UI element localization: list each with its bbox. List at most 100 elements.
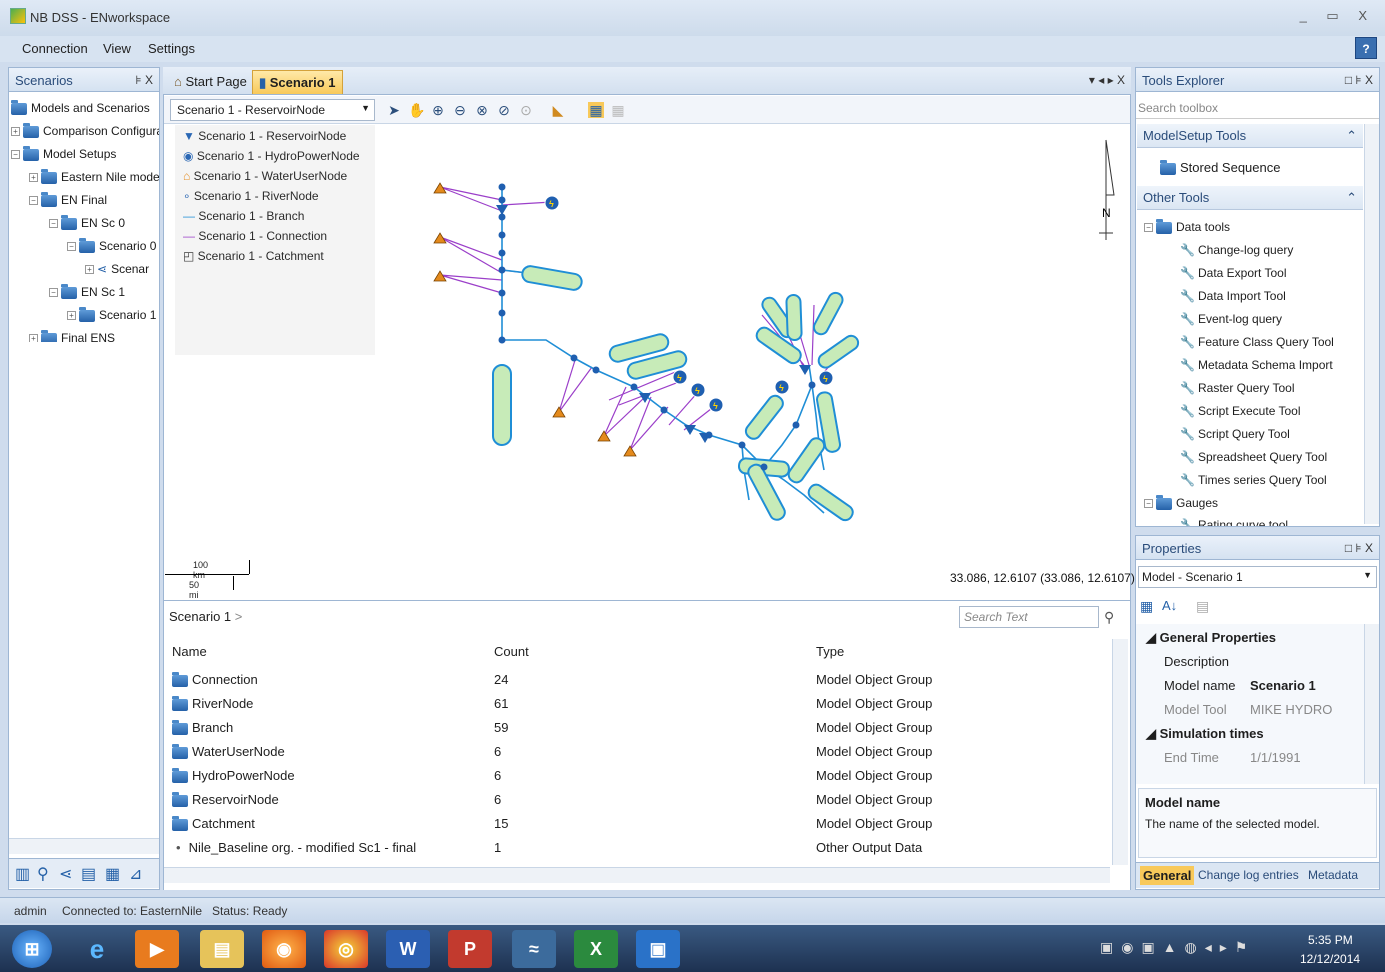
- tool-item[interactable]: 🔧 Data Import Tool: [1180, 289, 1286, 303]
- tab-general[interactable]: General: [1140, 866, 1195, 885]
- gauges-folder[interactable]: − Gauges: [1144, 494, 1218, 510]
- table-icon[interactable]: ▦: [105, 864, 120, 884]
- tool-item[interactable]: 🔧 Metadata Schema Import: [1180, 358, 1333, 372]
- table-row[interactable]: ReservoirNode: [172, 791, 279, 807]
- list-hscroll[interactable]: [164, 867, 1110, 883]
- excel-icon[interactable]: X: [574, 930, 618, 968]
- library-icon[interactable]: ▥: [15, 864, 30, 884]
- list-search-input[interactable]: Search Text: [959, 606, 1099, 628]
- modelsetup-tools-header[interactable]: ModelSetup Tools ⌃: [1137, 124, 1363, 148]
- layer-select[interactable]: Scenario 1 - ReservoirNode ▼: [170, 99, 375, 121]
- table-row[interactable]: RiverNode: [172, 695, 253, 711]
- tools-vscroll[interactable]: [1364, 124, 1379, 524]
- tool-item[interactable]: 🔧 Feature Class Query Tool: [1180, 335, 1334, 349]
- categorized-icon[interactable]: ▦: [1140, 598, 1153, 615]
- tree-item-scenario1[interactable]: + Scenario 1: [67, 305, 156, 325]
- tool-item[interactable]: 🔧 Raster Query Tool: [1180, 381, 1295, 395]
- tool-item[interactable]: 🔧 Spreadsheet Query Tool: [1180, 450, 1327, 464]
- tool-item[interactable]: 🔧 Change-log query: [1180, 243, 1293, 257]
- properties-object-select[interactable]: Model - Scenario 1 ▼: [1138, 566, 1377, 588]
- data-tools-folder[interactable]: − Data tools: [1144, 218, 1230, 234]
- window-controls[interactable]: _ ▭ X: [1300, 8, 1375, 24]
- table-row[interactable]: WaterUserNode: [172, 743, 285, 759]
- measure-icon[interactable]: ◣: [550, 102, 566, 118]
- collapse-icon[interactable]: ⌃: [1346, 128, 1357, 144]
- tree-item-eastern-nile[interactable]: + Eastern Nile mode: [29, 167, 159, 187]
- tab-controls[interactable]: ▾ ◂ ▸ X: [1089, 73, 1125, 87]
- chart-icon[interactable]: ⊿: [129, 864, 142, 884]
- toolbox-search-input[interactable]: Search toolbox: [1136, 99, 1379, 119]
- start-button-icon[interactable]: ⊞: [12, 930, 52, 968]
- tool-item[interactable]: 🔧 Script Query Tool: [1180, 427, 1290, 441]
- other-tools-header[interactable]: Other Tools ⌃: [1137, 186, 1363, 210]
- sort-alpha-icon[interactable]: A↓: [1162, 598, 1177, 613]
- tool-item[interactable]: 🔧 Data Export Tool: [1180, 266, 1287, 280]
- tree-item-final-ens[interactable]: + Final ENS: [29, 328, 115, 342]
- document-icon[interactable]: ▤: [81, 864, 96, 884]
- zoom-out-icon[interactable]: ⊖: [452, 102, 468, 118]
- tree-item-scenario0[interactable]: − Scenario 0: [67, 236, 156, 256]
- model-name-value[interactable]: Scenario 1: [1250, 678, 1316, 693]
- system-tray-icons[interactable]: ▣◉▣▲◍◂▸⚑: [1100, 939, 1255, 956]
- pan-icon[interactable]: ✋: [408, 102, 425, 118]
- zoom-extent-icon[interactable]: ⊗: [474, 102, 490, 118]
- mike-icon[interactable]: ≈: [512, 930, 556, 968]
- scenarios-panel-controls[interactable]: ⊧ X: [135, 73, 153, 87]
- clock-date[interactable]: 12/12/2014: [1300, 952, 1360, 966]
- tree-item-en-final[interactable]: − EN Final: [29, 190, 107, 210]
- powerpoint-icon[interactable]: P: [448, 930, 492, 968]
- tab-scenario-1[interactable]: ▮ Scenario 1: [252, 70, 343, 94]
- tree-item-en-sc1[interactable]: − EN Sc 1: [49, 282, 125, 302]
- zoom-previous-icon[interactable]: ⊘: [496, 102, 512, 118]
- pointer-icon[interactable]: ➤: [386, 102, 402, 118]
- simulation-times-header[interactable]: ◢ Simulation times: [1146, 726, 1264, 742]
- table-row[interactable]: Branch: [172, 719, 233, 735]
- property-pages-icon[interactable]: ▤: [1196, 598, 1209, 615]
- network-icon[interactable]: ⋖: [59, 864, 72, 884]
- table-row[interactable]: Catchment: [172, 815, 255, 831]
- left-hscroll[interactable]: [9, 838, 159, 854]
- zoom-in-icon[interactable]: ⊕: [430, 102, 446, 118]
- tab-change-log[interactable]: Change log entries: [1198, 868, 1299, 882]
- tree-item-comparison[interactable]: + Comparison Configura: [11, 121, 159, 141]
- stored-sequence-item[interactable]: Stored Sequence: [1160, 159, 1280, 175]
- properties-panel-controls[interactable]: □ ⊧ X: [1345, 541, 1373, 555]
- media-icon[interactable]: ▶: [135, 930, 179, 968]
- nbdss-icon[interactable]: ▣: [636, 930, 680, 968]
- table-row[interactable]: HydroPowerNode: [172, 767, 295, 783]
- help-button[interactable]: ?: [1355, 37, 1377, 59]
- tab-start-page[interactable]: ⌂ Start Page: [168, 70, 253, 94]
- tree-item-model-setups[interactable]: − Model Setups: [11, 144, 116, 164]
- chrome-icon[interactable]: ◎: [324, 930, 368, 968]
- tool-item[interactable]: 🔧 Event-log query: [1180, 312, 1282, 326]
- search-icon[interactable]: ⚲: [1104, 609, 1114, 626]
- table-row[interactable]: Connection: [172, 671, 258, 687]
- properties-vscroll[interactable]: [1364, 624, 1379, 784]
- tool-item[interactable]: 🔧 Times series Query Tool: [1180, 473, 1327, 487]
- tree-item-en-sc0[interactable]: − EN Sc 0: [49, 213, 125, 233]
- collapse-icon[interactable]: ⌃: [1346, 190, 1357, 206]
- col-name[interactable]: Name: [172, 644, 207, 659]
- explorer-icon[interactable]: ▤: [200, 930, 244, 968]
- tool-item[interactable]: 🔧 Rating curve tool: [1180, 518, 1288, 526]
- col-count[interactable]: Count: [494, 644, 529, 659]
- breadcrumb[interactable]: Scenario 1 >: [169, 609, 242, 624]
- list-vscroll[interactable]: [1112, 639, 1128, 865]
- general-properties-header[interactable]: ◢ General Properties: [1146, 630, 1276, 646]
- clock-time[interactable]: 5:35 PM: [1308, 933, 1353, 947]
- firefox-icon[interactable]: ◉: [262, 930, 306, 968]
- col-type[interactable]: Type: [816, 644, 844, 659]
- menu-view[interactable]: View: [103, 41, 131, 56]
- zoom-next-icon[interactable]: ⊙: [518, 102, 534, 118]
- menu-connection[interactable]: Connection: [22, 41, 88, 56]
- ie-icon[interactable]: e: [75, 930, 119, 968]
- tab-metadata[interactable]: Metadata: [1308, 868, 1358, 882]
- word-icon[interactable]: W: [386, 930, 430, 968]
- table-row[interactable]: • Nile_Baseline org. - modified Sc1 - fin…: [176, 840, 416, 855]
- map-pin-icon[interactable]: ⚲: [37, 864, 49, 884]
- tool-item[interactable]: 🔧 Script Execute Tool: [1180, 404, 1301, 418]
- menu-settings[interactable]: Settings: [148, 41, 195, 56]
- tools-panel-controls[interactable]: □ ⊧ X: [1345, 73, 1373, 87]
- grid-icon[interactable]: ▦: [588, 102, 604, 118]
- tree-item-scenar[interactable]: + ⋖ Scenar: [85, 259, 149, 279]
